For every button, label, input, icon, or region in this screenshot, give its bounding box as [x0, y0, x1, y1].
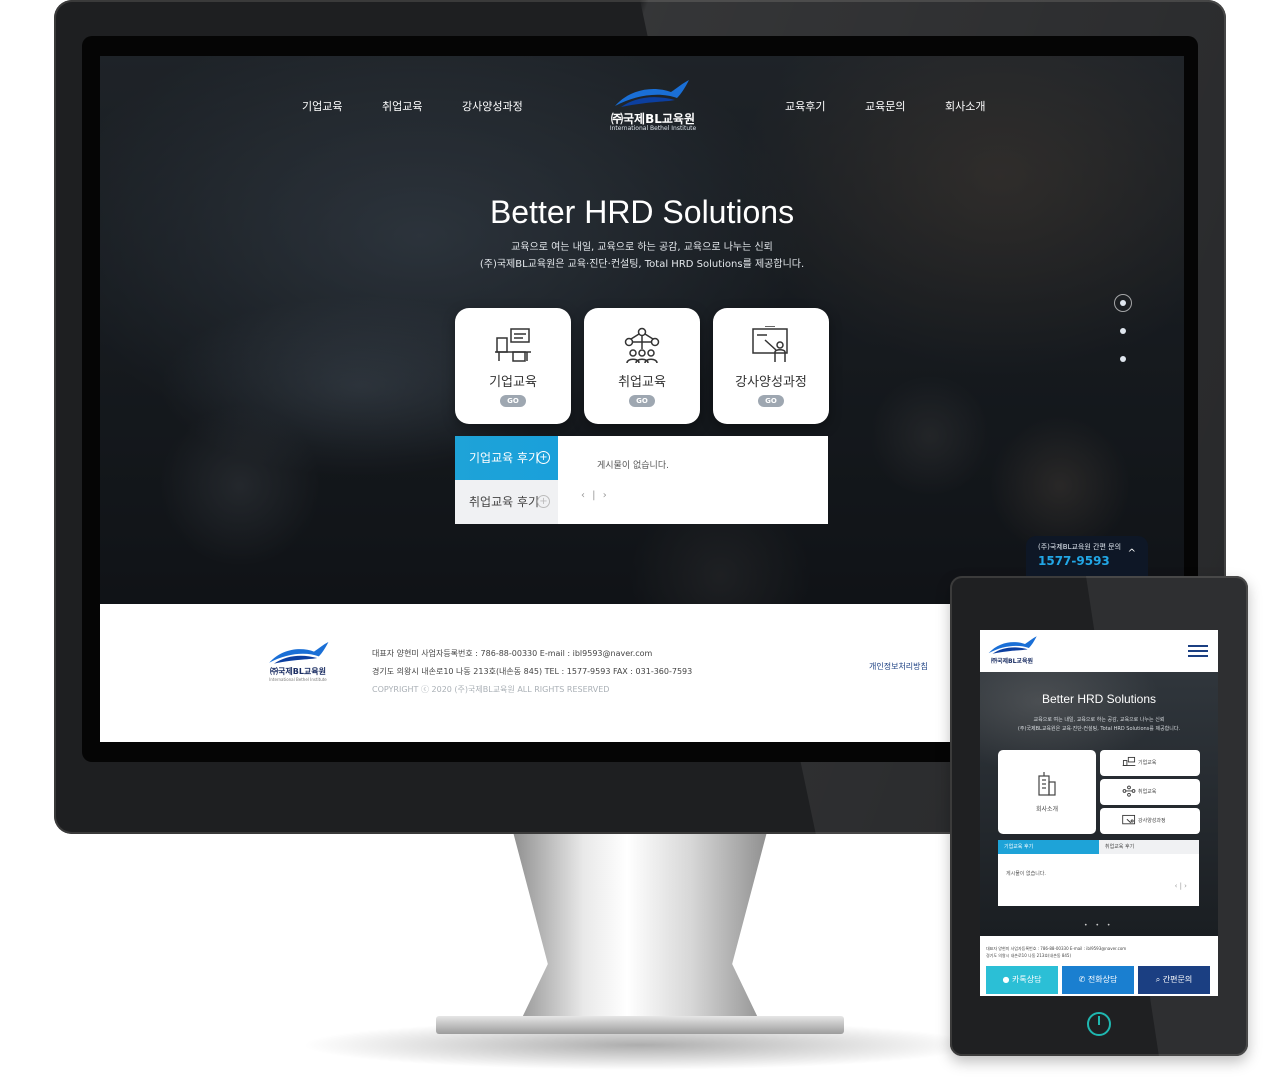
chat-icon: ● [1002, 975, 1010, 984]
tablet-small-label: 강사양성과정 [1138, 818, 1166, 824]
button-label: 간편문의 [1162, 975, 1193, 984]
nav-employment-education[interactable]: 취업교육 [382, 98, 422, 114]
tablet-logo[interactable]: ㈜국제BL교육원 [986, 636, 1038, 668]
nav-instructor-course[interactable]: 강사양성과정 [462, 98, 523, 114]
footer-company-info: 대표자 양현미 사업자등록번호 : 786-88-00330 E-mail : … [372, 649, 653, 658]
card-label: 강사양성과정 [735, 375, 807, 390]
tablet-tab-corporate-reviews[interactable]: 기업교육 후기 [998, 840, 1099, 854]
tab-label: 기업교육 후기 [469, 451, 540, 465]
people-network-icon [624, 327, 660, 364]
tablet-hero-description: 교육으로 여는 내일, 교육으로 하는 공감, 교육으로 나누는 신뢰 (주)국… [980, 716, 1218, 734]
slide-dot-1[interactable] [1120, 300, 1126, 306]
plus-icon[interactable]: + [537, 495, 550, 508]
empty-message: 게시물이 없습니다. [597, 461, 669, 471]
card-instructor-course[interactable]: 강사양성과정 GO [713, 308, 829, 424]
footer-copyright: COPYRIGHT ⓒ 2020 (주)국제BL교육원 ALL RIGHTS R… [372, 685, 610, 694]
tablet-empty-message: 게시물이 없습니다. [1006, 871, 1046, 877]
tablet-pager-arrows[interactable]: ‹ | › [1175, 882, 1187, 890]
tab-employment-reviews[interactable]: 취업교육 후기 + [455, 480, 558, 524]
phone-consult-button[interactable]: ✆ 전화상담 [1062, 966, 1134, 994]
tablet-hero-title: Better HRD Solutions [1041, 692, 1157, 706]
tab-corporate-reviews[interactable]: 기업교육 후기 + [455, 436, 558, 480]
kakao-consult-button[interactable]: ● 카톡상담 [986, 966, 1058, 994]
footer-address: 경기도 의왕시 내손로10 나동 213호(내손동 845) TEL : 157… [372, 667, 693, 676]
tablet-logo-title: ㈜국제BL교육원 [991, 658, 1033, 665]
button-label: 카톡상담 [1012, 975, 1042, 984]
wing-logo-icon [269, 642, 329, 664]
tablet-slide-dots[interactable]: • • • [1084, 922, 1113, 929]
monitor-stand [512, 828, 768, 1028]
footer-logo[interactable]: ㈜국제BL교육원 International Bethel Institute [265, 642, 331, 686]
button-label: 전화상담 [1087, 975, 1118, 984]
tablet-tab-employment-reviews[interactable]: 취업교육 후기 [1099, 840, 1199, 854]
tab-label: 취업교육 후기 [469, 495, 540, 509]
tablet-small-label: 기업교육 [1138, 760, 1157, 766]
nav-corporate-education[interactable]: 기업교육 [302, 98, 342, 114]
reviews-panel: 기업교육 후기 + 취업교육 후기 + 게시물이 없습니다. ‹ | › [455, 436, 828, 524]
wing-logo-icon [615, 80, 689, 107]
lecturer-board-icon [1122, 814, 1136, 825]
card-label: 취업교육 [618, 375, 666, 390]
building-icon [1038, 772, 1056, 796]
pager-arrows[interactable]: ‹ | › [581, 490, 609, 501]
hero-desc-line2: (주)국제BL교육원은 교육·진단·컨설팅, Total HRD Solutio… [479, 259, 805, 270]
plus-icon[interactable]: + [537, 451, 550, 464]
footer-logo-title: ㈜국제BL교육원 [270, 667, 326, 676]
search-icon: ⌕ [1155, 975, 1161, 984]
nav-about[interactable]: 회사소개 [945, 98, 985, 114]
footer-logo-subtitle: International Bethel Institute [269, 677, 327, 682]
tablet-hero: Better HRD Solutions 교육으로 여는 내일, 교육으로 하는… [980, 672, 1218, 936]
tablet-reviews-panel: 기업교육 후기 취업교육 후기 게시물이 없습니다. ‹ | › [998, 840, 1199, 906]
card-corporate-education[interactable]: 기업교육 GO [455, 308, 571, 424]
slide-dot-3[interactable] [1120, 356, 1126, 362]
office-desk-icon [1122, 756, 1136, 766]
hero-desc-line1: 교육으로 여는 내일, 교육으로 하는 공감, 교육으로 나누는 신뢰 [511, 242, 773, 253]
go-badge[interactable]: GO [500, 395, 526, 407]
nav-inquiry[interactable]: 교육문의 [865, 98, 905, 114]
tablet-card-label: 회사소개 [1035, 806, 1059, 813]
wing-logo-icon [988, 636, 1037, 654]
tablet-desc-line1: 교육으로 여는 내일, 교육으로 하는 공감, 교육으로 나누는 신뢰 [1033, 717, 1165, 723]
tablet-footer-address: 경기도 의왕시 내손로10 나동 213호(내손동 845) [986, 953, 1072, 958]
quick-inquiry-button[interactable]: ⌕ 간편문의 [1138, 966, 1210, 994]
hero-title: Better HRD Solutions [489, 194, 795, 230]
logo-subtitle: International Bethel Institute [609, 125, 697, 132]
tablet-small-label: 취업교육 [1138, 789, 1157, 795]
nav-reviews[interactable]: 교육후기 [785, 98, 825, 114]
people-network-icon [1122, 785, 1136, 797]
tablet-screen: ㈜국제BL교육원 Better HRD Solutions 교육으로 여는 내일… [980, 630, 1218, 996]
responsive-mockup: 기업교육 취업교육 강사양성과정 ㈜국제BL교육원 International … [0, 0, 1280, 1088]
tablet-card-about[interactable]: 회사소개 [998, 750, 1096, 834]
tablet-card-employment[interactable]: 취업교육 [1100, 779, 1200, 805]
hero-section: 기업교육 취업교육 강사양성과정 ㈜국제BL교육원 International … [100, 56, 1184, 604]
tablet-card-instructor[interactable]: 강사양성과정 [1100, 808, 1200, 834]
tablet-footer-info: 대표자 양현미 사업자등록번호 : 786-88-00330 E-mail : … [986, 946, 1127, 951]
go-badge[interactable]: GO [629, 395, 655, 407]
office-desk-icon [495, 328, 531, 362]
tablet-header: ㈜국제BL교육원 [980, 630, 1218, 672]
tablet-footer: 대표자 양현미 사업자등록번호 : 786-88-00330 E-mail : … [980, 936, 1218, 996]
power-icon [1087, 1012, 1111, 1036]
lecturer-board-icon [752, 326, 788, 362]
go-badge[interactable]: GO [758, 395, 784, 407]
slide-dot-2[interactable] [1120, 328, 1126, 334]
phone-icon: ✆ [1078, 975, 1086, 984]
tablet-card-corporate[interactable]: 기업교육 [1100, 750, 1200, 776]
site-logo[interactable]: ㈜국제BL교육원 International Bethel Institute [605, 78, 701, 136]
card-employment-education[interactable]: 취업교육 GO [584, 308, 700, 424]
hero-description: 교육으로 여는 내일, 교육으로 하는 공감, 교육으로 나누는 신뢰 (주)국… [100, 239, 1184, 273]
tablet-desc-line2: (주)국제BL교육원은 교육·진단·컨설팅, Total HRD Solutio… [1017, 726, 1181, 732]
quick-contact-widget[interactable]: (주)국제BL교육원 간편 문의 1577-9593 ^ [1026, 536, 1148, 576]
card-label: 기업교육 [489, 375, 537, 390]
privacy-policy-link[interactable]: 개인정보처리방침 [869, 661, 928, 672]
monitor-base [436, 1016, 844, 1034]
chevron-up-icon[interactable]: ^ [1128, 548, 1136, 559]
hamburger-menu-icon[interactable] [1188, 645, 1208, 657]
